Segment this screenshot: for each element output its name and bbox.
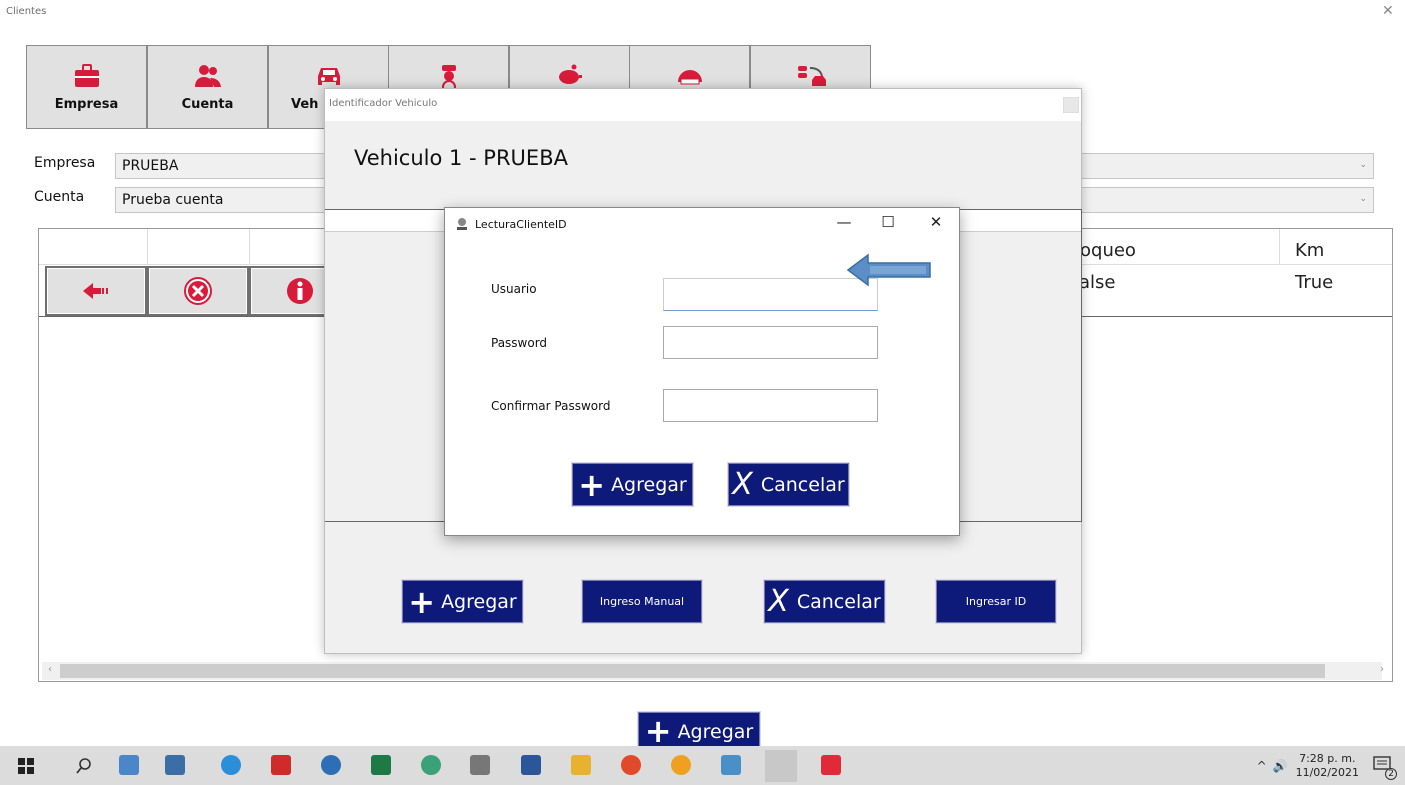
- scroll-left-icon[interactable]: ‹: [48, 664, 52, 675]
- app-icon: [457, 218, 467, 230]
- x-icon: X: [768, 583, 789, 619]
- empresa-value: PRUEBA: [122, 158, 179, 174]
- plus-icon: +: [408, 582, 436, 621]
- minimize-icon[interactable]: —: [829, 213, 859, 231]
- scroll-right-icon[interactable]: ›: [1380, 664, 1384, 675]
- time: 7:28 p. m.: [1299, 751, 1356, 765]
- x-icon: X: [732, 466, 753, 502]
- usuario-label: Usuario: [491, 282, 537, 296]
- back-button[interactable]: [45, 266, 147, 316]
- store-icon[interactable]: [165, 755, 185, 775]
- cuenta-label: Cuenta: [34, 189, 85, 205]
- password-label: Password: [491, 336, 548, 350]
- scrollbar-thumb[interactable]: [60, 664, 1325, 678]
- tab-label: Cuenta: [181, 97, 234, 112]
- date: 11/02/2021: [1295, 765, 1359, 779]
- cell-bloqueo[interactable]: alse: [1079, 272, 1115, 293]
- briefcase-icon: [74, 64, 99, 87]
- search-icon[interactable]: [76, 758, 92, 774]
- users-icon: [194, 65, 221, 87]
- arrow-left-icon: [83, 283, 108, 299]
- annotation-arrow-icon: [846, 253, 931, 287]
- app-icon[interactable]: [671, 755, 691, 775]
- excel-icon[interactable]: [371, 755, 391, 775]
- vehicle-heading: Vehiculo 1 - PRUEBA: [354, 146, 568, 170]
- ingresar-id-button[interactable]: Ingresar ID: [936, 580, 1056, 623]
- edge-icon[interactable]: [221, 755, 241, 775]
- login-cancelar-button[interactable]: X Cancelar: [728, 463, 849, 506]
- dialog-titlebar: Identificador Vehiculo: [325, 89, 1081, 121]
- word-icon[interactable]: [521, 755, 541, 775]
- dialog-close-button[interactable]: [1063, 97, 1079, 113]
- window-close-icon[interactable]: ✕: [1382, 3, 1394, 19]
- windows-start-icon[interactable]: [18, 758, 34, 774]
- file-explorer-icon[interactable]: [571, 755, 591, 775]
- app-icon[interactable]: [821, 755, 841, 775]
- close-icon[interactable]: ✕: [921, 213, 951, 231]
- tab-label: Empresa: [54, 97, 119, 112]
- speedometer-icon: [677, 70, 702, 85]
- app-icon[interactable]: [421, 755, 441, 775]
- pdf-icon[interactable]: [271, 755, 291, 775]
- notifications-icon[interactable]: 2: [1373, 755, 1397, 780]
- app-icon[interactable]: [470, 755, 490, 775]
- cuenta-value: Prueba cuenta: [122, 192, 224, 208]
- window-title: Clientes: [6, 6, 47, 17]
- app-icon[interactable]: [721, 755, 741, 775]
- tab-cuenta[interactable]: Cuenta: [147, 45, 268, 129]
- password-input[interactable]: [663, 326, 878, 359]
- ingreso-manual-button[interactable]: Ingreso Manual: [582, 580, 702, 623]
- plus-icon: +: [644, 712, 672, 750]
- dialog-title: LecturaClienteID: [475, 218, 567, 231]
- vehicle-transfer-icon: [797, 66, 826, 86]
- plus-icon: +: [578, 465, 606, 504]
- vehicle-agregar-button[interactable]: + Agregar: [402, 580, 523, 623]
- tab-empresa[interactable]: Empresa: [26, 45, 147, 129]
- taskbar: ^ 🔊 7:28 p. m. 11/02/2021 2: [0, 746, 1405, 785]
- cell-km[interactable]: True: [1295, 272, 1333, 293]
- clock[interactable]: 7:28 p. m. 11/02/2021: [1296, 752, 1359, 780]
- delete-button[interactable]: [147, 266, 249, 316]
- chevron-up-icon[interactable]: ^: [1257, 759, 1267, 773]
- notification-count: 2: [1385, 767, 1397, 780]
- column-header-km[interactable]: Km: [1295, 240, 1324, 261]
- vehicle-cancelar-button[interactable]: X Cancelar: [764, 580, 885, 623]
- confirmar-password-input[interactable]: [663, 389, 878, 422]
- app-icon[interactable]: [321, 755, 341, 775]
- login-agregar-button[interactable]: + Agregar: [572, 463, 693, 506]
- maximize-icon[interactable]: ☐: [873, 213, 903, 231]
- chevron-down-icon: ⌄: [1359, 194, 1367, 204]
- chevron-down-icon: ⌄: [1359, 160, 1367, 170]
- info-icon: [287, 278, 313, 304]
- volume-icon[interactable]: 🔊: [1273, 759, 1288, 773]
- column-header-bloqueo[interactable]: loqueo: [1075, 240, 1136, 261]
- dialog-title: Identificador Vehiculo: [329, 98, 438, 109]
- active-app-icon[interactable]: [765, 750, 797, 782]
- empresa-label: Empresa: [34, 155, 96, 171]
- confirmar-password-label: Confirmar Password: [491, 399, 611, 413]
- piggy-bank-icon: [558, 64, 582, 84]
- cancel-circle-icon: [184, 277, 212, 305]
- taskbar-app-icon[interactable]: [119, 755, 139, 775]
- chrome-icon[interactable]: [621, 755, 641, 775]
- system-tray: ^ 🔊 7:28 p. m. 11/02/2021 2: [1257, 746, 1397, 785]
- car-icon: [317, 68, 340, 85]
